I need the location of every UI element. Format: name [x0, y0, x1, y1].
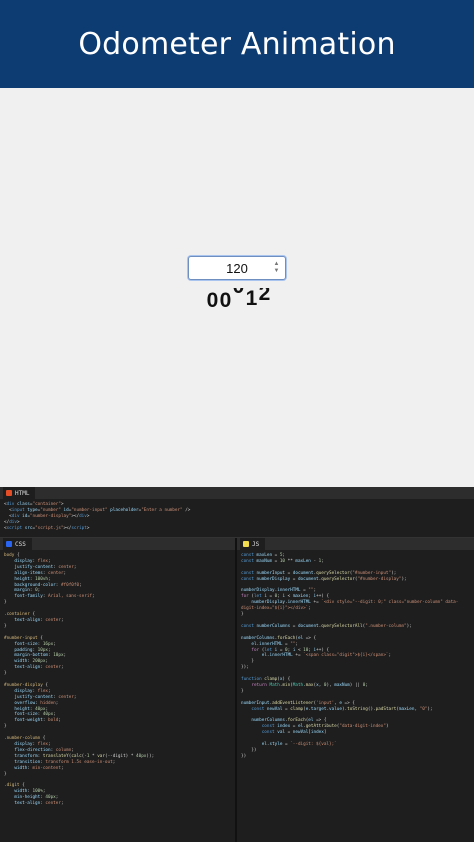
- tab-js-label: JS: [252, 540, 260, 548]
- js-code[interactable]: const maxLen = 5; const maxNum = 10 ** ma…: [237, 550, 474, 760]
- digit: 1: [245, 288, 258, 310]
- html-tab-bar: HTML: [0, 487, 474, 499]
- code-editor: HTML <div class="container"> <input type…: [0, 487, 474, 842]
- js-file-icon: [243, 541, 249, 547]
- tab-html[interactable]: HTML: [3, 487, 36, 499]
- digit: 0: [219, 289, 232, 312]
- html-file-icon: [6, 490, 12, 496]
- tab-css[interactable]: CSS: [3, 538, 32, 550]
- spin-down-icon[interactable]: ▼: [272, 268, 281, 275]
- css-editor-pane[interactable]: CSS body { display: flex; justify-conten…: [0, 538, 237, 842]
- number-column: 0: [206, 288, 219, 314]
- js-editor-pane[interactable]: JS const maxLen = 5; const maxNum = 10 **…: [237, 538, 474, 842]
- css-file-icon: [6, 541, 12, 547]
- page-title: Odometer Animation: [78, 26, 396, 62]
- tab-css-label: CSS: [15, 540, 26, 548]
- tab-html-label: HTML: [15, 489, 30, 497]
- number-input[interactable]: 120 ▲ ▼: [188, 256, 286, 280]
- digit: 0: [232, 288, 245, 297]
- css-tab-bar: CSS: [0, 538, 235, 550]
- page-header: Odometer Animation: [0, 0, 474, 88]
- js-tab-bar: JS: [237, 538, 474, 550]
- preview-pane: 120 ▲ ▼ 0 0 0 1 2: [0, 88, 474, 487]
- number-input-value: 120: [226, 260, 248, 276]
- number-display: 0 0 0 1 2: [206, 288, 276, 314]
- spinner-buttons[interactable]: ▲ ▼: [272, 261, 281, 275]
- digit: 2: [258, 288, 271, 305]
- digit: 0: [206, 289, 219, 312]
- tab-js[interactable]: JS: [240, 538, 266, 550]
- number-column: 1: [245, 288, 258, 314]
- html-code[interactable]: <div class="container"> <input type="num…: [0, 499, 474, 532]
- html-editor-pane[interactable]: HTML <div class="container"> <input type…: [0, 487, 474, 538]
- number-column: 0: [232, 288, 245, 314]
- css-code[interactable]: body { display: flex; justify-content: c…: [0, 550, 235, 807]
- number-column: 0: [219, 288, 232, 314]
- number-column: 2: [258, 288, 271, 314]
- spin-up-icon[interactable]: ▲: [272, 261, 281, 268]
